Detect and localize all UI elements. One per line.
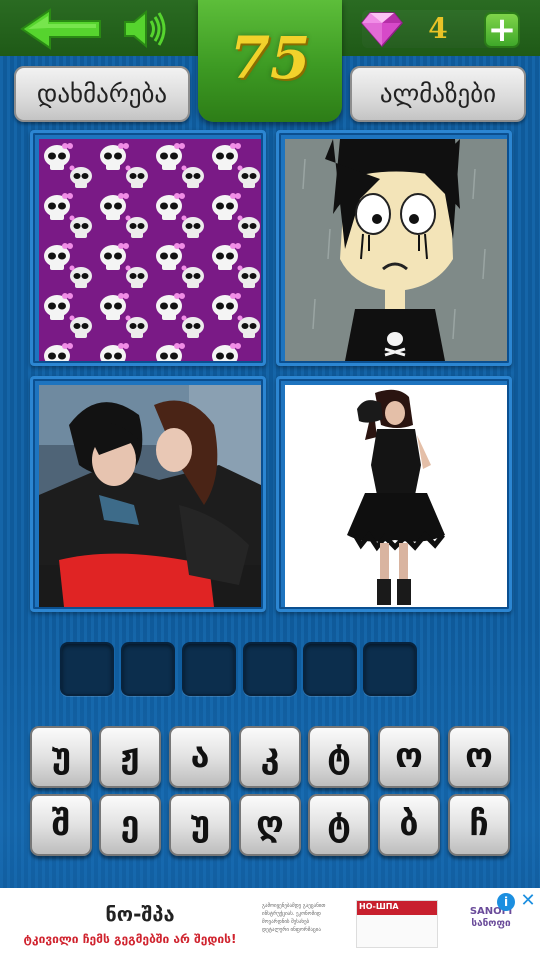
letter-key[interactable]: ო <box>448 726 510 788</box>
answer-slot[interactable] <box>121 642 175 696</box>
letter-key[interactable]: ჟ <box>99 726 161 788</box>
level-number: 75 <box>229 24 311 92</box>
diamond-icon <box>361 12 403 48</box>
answer-slot[interactable] <box>60 642 114 696</box>
answer-slot[interactable] <box>303 642 357 696</box>
ad-subtitle: ტკივილი ჩემს გეგმებში არ შედის! <box>23 932 237 946</box>
picture-tile-2[interactable] <box>276 130 512 366</box>
sanofi-logo-georgian: სანოფი <box>471 918 511 929</box>
back-arrow-icon[interactable] <box>20 8 104 50</box>
emo-couple-picture <box>39 385 261 607</box>
letter-key[interactable]: ო <box>378 726 440 788</box>
ad-info-icon[interactable]: i <box>497 893 515 911</box>
letter-key[interactable]: უ <box>30 726 92 788</box>
letter-key[interactable]: უ <box>169 794 231 856</box>
picture-tile-4[interactable] <box>276 376 512 612</box>
letter-key[interactable]: ბ <box>378 794 440 856</box>
letter-key[interactable]: შ <box>30 794 92 856</box>
letter-key[interactable]: ე <box>99 794 161 856</box>
sad-emo-cartoon-picture <box>285 139 507 361</box>
answer-slot[interactable] <box>182 642 236 696</box>
ad-close-icon[interactable]: ✕ <box>518 891 538 911</box>
ad-fine-print: გამოიყენებამდე გაეცანით ინსტრუქციას. ეკო… <box>262 903 326 933</box>
sanofi-logo: SANOFI სანოფი <box>462 906 520 930</box>
skull-pattern-picture <box>39 139 261 361</box>
speaker-icon[interactable] <box>122 8 168 50</box>
ad-product-name: НО-ШПА <box>359 902 399 911</box>
picture-tile-1[interactable] <box>30 130 266 366</box>
answer-slot[interactable] <box>363 642 417 696</box>
girl-black-dress-picture <box>285 385 507 607</box>
ad-banner[interactable]: ნო-შპა ტკივილი ჩემს გეგმებში არ შედის! გ… <box>0 888 540 960</box>
letter-key[interactable]: ტ <box>308 794 370 856</box>
picture-tile-3[interactable] <box>30 376 266 612</box>
gems-button[interactable]: ალმაზები <box>350 66 526 122</box>
letter-key[interactable]: ჩ <box>448 794 510 856</box>
ad-title: ნო-შპა <box>105 902 175 926</box>
letter-key[interactable]: ღ <box>239 794 301 856</box>
gem-count: 4 <box>428 12 448 45</box>
answer-slot[interactable] <box>243 642 297 696</box>
ad-product-box: НО-ШПА <box>356 900 438 948</box>
level-badge: 75 <box>198 0 342 122</box>
letter-key[interactable]: ტ <box>308 726 370 788</box>
letter-key[interactable]: კ <box>239 726 301 788</box>
letter-key[interactable]: ა <box>169 726 231 788</box>
add-gems-button[interactable]: + <box>484 12 520 48</box>
help-button[interactable]: დახმარება <box>14 66 190 122</box>
